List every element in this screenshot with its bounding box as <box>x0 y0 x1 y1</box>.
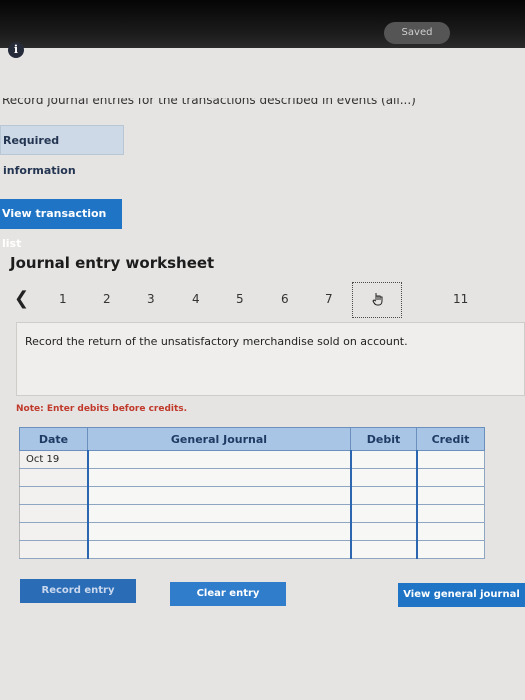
credit-input[interactable] <box>415 468 485 487</box>
header-debit: Debit <box>350 427 417 451</box>
credit-input[interactable] <box>415 504 485 523</box>
account-input[interactable] <box>86 450 351 469</box>
debit-input[interactable] <box>349 450 417 469</box>
page-5[interactable]: 5 <box>236 292 244 306</box>
current-page-indicator[interactable] <box>352 282 402 318</box>
page-4[interactable]: 4 <box>192 292 200 306</box>
header-credit: Credit <box>416 427 485 451</box>
record-entry-button[interactable]: Record entry <box>20 579 136 603</box>
table-row <box>19 540 485 559</box>
date-cell <box>19 540 88 559</box>
page-3[interactable]: 3 <box>147 292 155 306</box>
table-row <box>19 486 485 505</box>
credit-input[interactable] <box>415 486 485 505</box>
header-date: Date <box>19 427 88 451</box>
table-row <box>19 522 485 541</box>
date-cell <box>19 468 88 487</box>
debit-credit-note: Note: Enter debits before credits. <box>16 404 188 414</box>
page-1[interactable]: 1 <box>59 292 67 306</box>
account-input[interactable] <box>86 468 351 487</box>
worksheet-pager: ❮ 1 2 3 4 5 6 7 11 <box>0 282 525 318</box>
debit-input[interactable] <box>349 468 417 487</box>
date-cell <box>19 522 88 541</box>
debit-input[interactable] <box>349 486 417 505</box>
cutoff-text: Record journal entries for the transacti… <box>2 98 416 107</box>
chevron-left-icon[interactable]: ❮ <box>14 288 29 309</box>
clear-entry-button[interactable]: Clear entry <box>170 582 286 606</box>
instruction-text: Record the return of the unsatisfactory … <box>25 335 408 348</box>
debit-input[interactable] <box>349 504 417 523</box>
journal-entry-table: Date General Journal Debit Credit Oct 19 <box>19 427 485 559</box>
credit-input[interactable] <box>415 522 485 541</box>
page-7[interactable]: 7 <box>325 292 333 306</box>
debit-input[interactable] <box>349 522 417 541</box>
credit-input[interactable] <box>415 450 485 469</box>
required-information-tab[interactable]: Required information <box>0 125 124 177</box>
view-general-journal-button[interactable]: View general journal <box>398 583 525 607</box>
hand-pointer-icon <box>372 293 383 306</box>
account-input[interactable] <box>86 540 351 559</box>
worksheet-title: Journal entry worksheet <box>10 254 215 272</box>
page-6[interactable]: 6 <box>281 292 289 306</box>
header-general-journal: General Journal <box>87 427 351 451</box>
instruction-box: Record the return of the unsatisfactory … <box>16 322 525 396</box>
page-2[interactable]: 2 <box>103 292 111 306</box>
date-cell <box>19 504 88 523</box>
account-input[interactable] <box>86 486 351 505</box>
table-row <box>19 504 485 523</box>
view-transaction-list-button[interactable]: View transaction list <box>0 199 122 250</box>
debit-input[interactable] <box>349 540 417 559</box>
date-cell <box>19 486 88 505</box>
page-11[interactable]: 11 <box>453 292 468 306</box>
table-row: Oct 19 <box>19 450 485 469</box>
account-input[interactable] <box>86 504 351 523</box>
saved-status-badge: Saved <box>384 22 450 44</box>
date-cell: Oct 19 <box>19 450 88 469</box>
top-bar: Saved <box>0 0 525 48</box>
account-input[interactable] <box>86 522 351 541</box>
credit-input[interactable] <box>415 540 485 559</box>
cutoff-instruction: Record journal entries for the transacti… <box>0 98 525 108</box>
info-icon[interactable]: i <box>8 42 24 58</box>
table-row <box>19 468 485 487</box>
